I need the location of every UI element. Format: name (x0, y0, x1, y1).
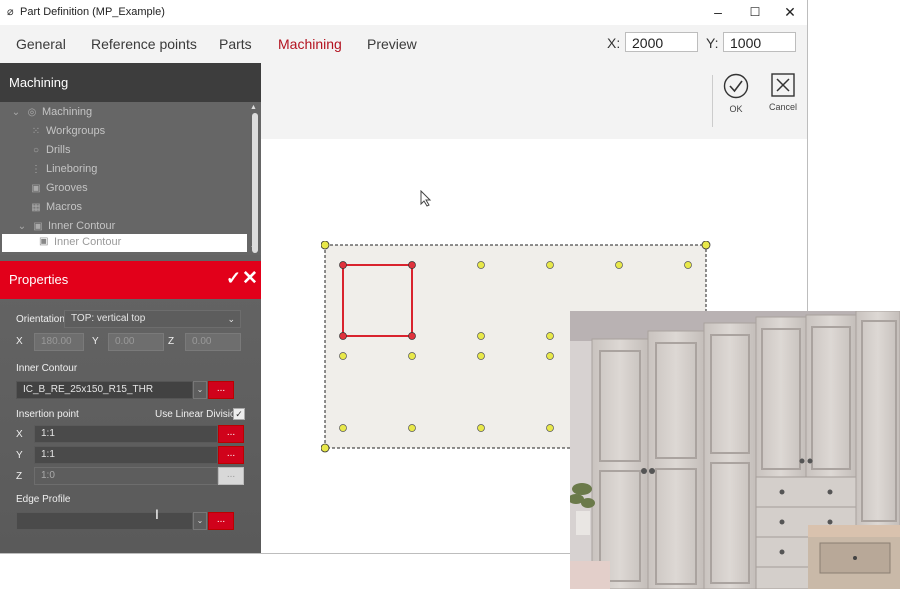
machining-icon: ◎ (27, 107, 37, 118)
wardrobe-image (570, 311, 900, 589)
tree-scrollbar[interactable] (252, 113, 258, 253)
ins-x-browse-button[interactable]: ... (218, 425, 244, 443)
tree-item-macros[interactable]: ▦ Macros (30, 199, 82, 215)
tree-item-inner-contour-selected[interactable]: ▣ Inner Contour (2, 234, 247, 252)
chevron-down-icon: ⌄ (227, 314, 235, 324)
apply-checkmark-icon[interactable]: ✓ (226, 268, 241, 289)
left-panel: Machining ⌄ ◎ Machining ⁙ Workgroups ○ Drill… (0, 63, 261, 553)
machining-panel-title: Machining (9, 75, 69, 90)
workgroups-icon: ⁙ (31, 126, 41, 137)
cancel-button[interactable]: Cancel (763, 73, 803, 112)
grooves-icon: ▣ (31, 183, 41, 194)
inner-contour-select[interactable]: IC_B_RE_25x150_R15_THR (16, 381, 193, 399)
x-input[interactable]: 180.00 (34, 333, 84, 351)
tab-machining[interactable]: Machining (278, 36, 342, 52)
window-title: Part Definition (MP_Example) (20, 6, 165, 18)
maximize-button[interactable]: ☐ (737, 0, 773, 25)
tab-general[interactable]: General (16, 36, 66, 52)
expand-arrow-icon[interactable]: ⌄ (16, 219, 28, 235)
z-label: Z (168, 336, 175, 347)
ins-z-browse-button[interactable]: ... (218, 467, 244, 485)
orientation-select[interactable]: TOP: vertical top ⌄ (64, 310, 241, 328)
y-dimension-label: Y: (706, 35, 719, 51)
tab-parts[interactable]: Parts (219, 36, 252, 52)
x-label: X (16, 336, 23, 347)
mouse-pointer-icon (420, 190, 432, 207)
tree-item-lineboring[interactable]: ⋮ Lineboring (30, 161, 97, 177)
title-bar: ⌀ Part Definition (MP_Example) – ☐ ✕ (0, 0, 807, 25)
scroll-up-icon[interactable]: ▲ (250, 104, 257, 111)
tab-bar: General Reference points Parts Machining… (0, 25, 807, 63)
ins-y-input[interactable]: 1:1 (34, 446, 218, 464)
tree-item-grooves[interactable]: ▣ Grooves (30, 180, 87, 196)
close-button[interactable]: ✕ (772, 0, 807, 25)
inner-contour-browse-button[interactable]: ... (208, 381, 234, 399)
x-dimension-input[interactable]: 2000 (625, 32, 698, 52)
ins-x-label: X (16, 429, 23, 440)
minimize-button[interactable]: – (700, 0, 736, 25)
macros-icon: ▦ (31, 202, 41, 213)
z-input[interactable]: 0.00 (185, 333, 241, 351)
app-icon: ⌀ (7, 6, 14, 18)
linear-division-label: Use Linear Division (155, 409, 242, 420)
ins-z-input[interactable]: 1:0 (34, 467, 218, 485)
chevron-down-icon[interactable]: ⌄ (193, 512, 207, 530)
y-input[interactable]: 0.00 (108, 333, 164, 351)
edge-profile-select[interactable] (16, 512, 193, 530)
action-toolbar: OK Cancel (261, 63, 807, 139)
inner-contour-icon: ▣ (39, 236, 49, 247)
tree-item-workgroups[interactable]: ⁙ Workgroups (30, 123, 105, 139)
lineboring-icon: ⋮ (31, 164, 41, 175)
edge-profile-label: Edge Profile (16, 494, 71, 505)
ins-x-input[interactable]: 1:1 (34, 425, 218, 443)
expand-arrow-icon[interactable]: ⌄ (10, 105, 22, 121)
ok-check-icon (723, 73, 749, 99)
tree-item-inner-contour-group[interactable]: ⌄ ▣ Inner Contour (16, 218, 115, 234)
machining-tree: ⌄ ◎ Machining ⁙ Workgroups ○ Drills ⋮ Linebor… (0, 102, 261, 255)
discard-close-icon[interactable]: ✕ (242, 267, 258, 290)
drills-icon: ○ (32, 145, 40, 156)
cancel-x-icon (771, 73, 795, 97)
x-dimension-label: X: (607, 35, 621, 51)
orientation-label: Orientation (16, 314, 65, 325)
properties-title: Properties (9, 272, 69, 287)
tab-reference-points[interactable]: Reference points (91, 36, 197, 52)
properties-header: Properties ✓ ✕ (0, 261, 261, 299)
tree-item-drills[interactable]: ○ Drills (30, 142, 70, 158)
y-dimension-input[interactable]: 1000 (723, 32, 796, 52)
toolbar-separator (712, 75, 713, 127)
text-cursor-icon: I (155, 506, 159, 522)
insertion-point-label: Insertion point (16, 409, 79, 420)
wardrobe-photo (570, 311, 900, 589)
edge-profile-browse-button[interactable]: ... (208, 512, 234, 530)
y-label: Y (92, 336, 99, 347)
linear-division-checkbox[interactable]: ✓ (233, 408, 245, 420)
tab-preview[interactable]: Preview (367, 36, 417, 52)
inner-contour-label: Inner Contour (16, 363, 78, 374)
scroll-down-icon[interactable]: ▼ (250, 245, 257, 252)
machining-panel-header: Machining (0, 63, 261, 102)
chevron-down-icon[interactable]: ⌄ (193, 381, 207, 399)
ok-button[interactable]: OK (716, 73, 756, 114)
inner-contour-icon: ▣ (33, 221, 43, 232)
ins-y-browse-button[interactable]: ... (218, 446, 244, 464)
tree-item-machining[interactable]: ⌄ ◎ Machining (10, 104, 92, 120)
ins-z-label: Z (16, 471, 23, 482)
ins-y-label: Y (16, 450, 23, 461)
